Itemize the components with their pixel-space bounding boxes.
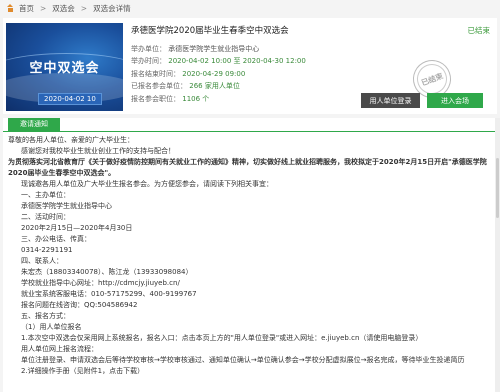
fair-deadline-label: 报名结束时间： xyxy=(131,69,180,78)
enter-venue-button[interactable]: 进入会场 xyxy=(427,93,483,108)
employer-login-button[interactable]: 用人单位登录 xyxy=(361,93,420,108)
fair-time-row: 举办时间： 2020-04-02 10:00 至 2020-04-30 12:0… xyxy=(131,55,411,67)
section-organizer-value: 承德医学院学生就业指导中心 xyxy=(21,202,112,210)
notice-greeting: 尊敬的各用人单位、亲爱的广大毕业生： xyxy=(8,136,134,144)
notice-welcome: 现诚邀各用人单位及广大毕业生报名参会。为方便您参会，请阅读下列相关事宜： xyxy=(21,180,273,188)
section-signup-title: 五、报名方式： xyxy=(21,312,70,320)
fair-title: 承德医学院2020届毕业生春季空中双选会 xyxy=(131,26,289,36)
banner-title: 空中双选会 xyxy=(29,61,100,76)
fair-banner-image: 空中双选会 2020-04-02 10 xyxy=(6,23,123,111)
stamp-text: 已结束 xyxy=(419,70,445,88)
section-contact-site: 学校就业指导中心网址：http://cdmcjy.jiuyeb.cn/ xyxy=(21,279,180,287)
page-scrollbar[interactable] xyxy=(495,118,500,392)
home-icon[interactable] xyxy=(6,4,15,13)
fair-deadline-row: 报名结束时间： 2020-04-29 09:00 xyxy=(131,68,411,80)
fair-companies-label: 已报名参会单位： xyxy=(131,82,187,91)
breadcrumb-separator: > xyxy=(40,4,47,13)
section-signup-flow-title: 用人单位网上报名流程： xyxy=(21,345,98,353)
section-phone-title: 三、办公电话、传真： xyxy=(21,235,91,243)
breadcrumb-fairs[interactable]: 双选会 xyxy=(52,3,75,14)
breadcrumb-home[interactable]: 首页 xyxy=(19,3,34,14)
fair-time-value: 2020-04-02 10:00 至 2020-04-30 12:00 xyxy=(168,57,306,66)
scrollbar-thumb[interactable] xyxy=(496,158,499,218)
section-time-title: 二、活动时间： xyxy=(21,213,70,221)
notice-bold-paragraph: 为贯彻落实河北省教育厅《关于做好疫情防控期间有关就业工作的通知》精神，切实做好线… xyxy=(8,158,487,177)
section-contact-value: 朱宏杰（18803340078）、陈江龙（13933098084） xyxy=(21,268,193,276)
section-signup-flow: 单位注册登录、申请双选会后等待学校审核→学校审核通过、通知单位确认→单位确认参会… xyxy=(21,356,465,364)
breadcrumb-separator: > xyxy=(80,4,88,13)
fair-companies-row: 已报名参会单位： 266 家用人单位 xyxy=(131,80,411,92)
fair-companies-value: 266 家用人单位 xyxy=(189,82,240,91)
section-signup-employer: （1）用人单位报名 xyxy=(21,323,82,331)
fair-time-label: 举办时间： xyxy=(131,57,166,66)
tab-bar: 邀请通知 xyxy=(3,118,497,132)
fair-organizer-row: 举办单位： 承德医学院学生就业指导中心 xyxy=(131,43,411,55)
notice-body: 尊敬的各用人单位、亲爱的广大毕业生： 感谢您对我校毕业生就业创业工作的支持与配合… xyxy=(3,132,497,377)
fair-positions-label: 报名参会职位： xyxy=(131,94,180,103)
fair-organizer-value: 承德医学院学生就业指导中心 xyxy=(168,45,260,53)
breadcrumb: 首页 > 双选会 > 双选会详情 xyxy=(0,0,500,17)
banner-date-badge: 2020-04-02 10 xyxy=(38,93,102,105)
tab-invitation[interactable]: 邀请通知 xyxy=(8,118,60,131)
section-contact-qq: 报名问题在线咨询：QQ:504586942 xyxy=(21,301,138,309)
section-organizer-title: 一、主办单位： xyxy=(21,191,70,199)
fair-status: 已结束 xyxy=(467,26,491,35)
fair-card: 空中双选会 2020-04-02 10 承德医学院2020届毕业生春季空中双选会… xyxy=(3,18,497,114)
section-time-value: 2020年2月15日—2020年4月30日 xyxy=(21,224,133,232)
notice-panel: 邀请通知 尊敬的各用人单位、亲爱的广大毕业生： 感谢您对我校毕业生就业创业工作的… xyxy=(3,118,497,392)
fair-deadline-value: 2020-04-29 09:00 xyxy=(182,69,246,78)
section-signup-step1: 1.本次空中双选会仅采用网上系统报名，报名入口：点击本页上方的"用人单位登录"或… xyxy=(21,334,423,342)
section-contact-title: 四、联系人： xyxy=(21,257,63,265)
fair-organizer-label: 举办单位： xyxy=(131,45,166,53)
notice-thanks: 感谢您对我校毕业生就业创业工作的支持与配合！ xyxy=(21,147,175,155)
section-contact-phone: 就业宝系统客服电话：010-57175299、400-9199767 xyxy=(21,290,197,298)
breadcrumb-current: 双选会详情 xyxy=(93,4,131,13)
section-phone-value: 0314-2291191 xyxy=(21,246,73,254)
fair-positions-value: 1106 个 xyxy=(182,94,210,103)
section-signup-manual[interactable]: 2.详细操作手册（见附件1，点击下载） xyxy=(8,366,497,377)
